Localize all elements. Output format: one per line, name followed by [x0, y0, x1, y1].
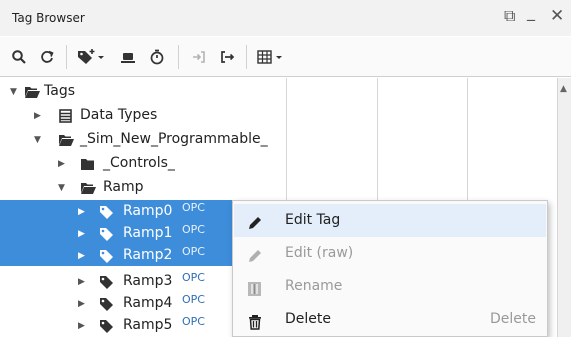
tree-node-label: Tags	[44, 83, 75, 99]
tag-icon	[99, 204, 115, 219]
tree-node-tags[interactable]: ▼ Tags	[0, 80, 286, 102]
folder-icon	[80, 156, 96, 170]
refresh-icon[interactable]	[36, 46, 58, 68]
columns-dropdown-icon[interactable]	[256, 46, 286, 68]
tree-node-label: Data Types	[80, 107, 158, 123]
scroll-up-icon[interactable]: ▲	[560, 84, 567, 94]
data-types-icon	[58, 108, 74, 123]
tree-node-label: Ramp4	[123, 295, 173, 311]
tag-icon	[99, 248, 115, 263]
tree-node-label: Ramp5	[123, 317, 173, 333]
expand-arrow-icon[interactable]: ▶	[34, 105, 41, 127]
pencil-icon	[246, 245, 264, 263]
import-icon[interactable]	[188, 46, 210, 68]
close-button[interactable]: ✕	[550, 8, 564, 25]
expand-arrow-icon[interactable]: ▶	[78, 271, 85, 293]
context-menu: Edit Tag Edit (raw) Rename Delete Delete	[232, 200, 548, 337]
collapse-arrow-icon[interactable]: ▼	[34, 129, 41, 151]
menu-item-edit-raw[interactable]: Edit (raw)	[234, 237, 546, 270]
tree-node-ramp[interactable]: ▼ Ramp	[0, 176, 286, 198]
opc-badge: OPC	[182, 271, 205, 284]
tree-node-label: Ramp1	[123, 225, 173, 241]
folder-open-icon	[24, 84, 40, 98]
expand-arrow-icon[interactable]: ▶	[78, 293, 85, 315]
tree-node-label: _Sim_New_Programmable_	[80, 131, 268, 147]
menu-item-shortcut: Delete	[490, 311, 536, 327]
tree-node-label: _Controls_	[103, 155, 175, 171]
tree-node-controls[interactable]: ▶ _Controls_	[0, 152, 286, 174]
opc-badge: OPC	[182, 315, 205, 328]
opc-badge: OPC	[182, 245, 205, 258]
export-icon[interactable]	[216, 46, 238, 68]
opc-badge: OPC	[182, 223, 205, 236]
history-icon[interactable]	[146, 46, 168, 68]
tree-node-sim-new-programmable[interactable]: ▼ _Sim_New_Programmable_	[0, 128, 286, 150]
expand-arrow-icon[interactable]: ▶	[78, 245, 85, 267]
menu-item-rename[interactable]: Rename	[234, 270, 546, 303]
vertical-scrollbar[interactable]: ▲	[557, 78, 571, 337]
menu-item-delete[interactable]: Delete Delete	[234, 303, 546, 336]
tree-node-label: Ramp0	[123, 203, 173, 219]
menu-item-label: Delete	[285, 311, 331, 327]
menu-item-label: Rename	[285, 278, 343, 294]
title-bar: Tag Browser ⧉ _ ✕	[0, 0, 571, 36]
folder-open-icon	[80, 180, 96, 194]
collapse-arrow-icon[interactable]: ▼	[10, 81, 17, 103]
expand-arrow-icon[interactable]: ▶	[78, 201, 85, 223]
menu-item-label: Edit (raw)	[285, 245, 354, 261]
toolbar	[0, 37, 571, 77]
tag-icon	[99, 226, 115, 241]
add-tag-dropdown-icon[interactable]	[76, 46, 106, 68]
tree-node-data-types[interactable]: ▶ Data Types	[0, 104, 286, 126]
tree-node-label: Ramp2	[123, 247, 173, 263]
folder-open-icon	[58, 132, 74, 146]
menu-item-label: Edit Tag	[285, 212, 341, 228]
float-window-button[interactable]: ⧉	[504, 8, 515, 24]
trash-icon	[246, 311, 264, 330]
opc-server-icon[interactable]	[117, 46, 139, 68]
opc-badge: OPC	[182, 201, 205, 214]
tag-icon	[99, 318, 115, 333]
search-icon[interactable]	[8, 46, 30, 68]
expand-arrow-icon[interactable]: ▶	[78, 315, 85, 337]
expand-arrow-icon[interactable]: ▶	[78, 223, 85, 245]
window-title: Tag Browser	[12, 11, 85, 25]
tag-icon	[99, 274, 115, 289]
menu-item-edit-tag[interactable]: Edit Tag	[234, 204, 546, 237]
tree-node-label: Ramp3	[123, 273, 173, 289]
opc-badge: OPC	[182, 293, 205, 306]
tag-icon	[99, 296, 115, 311]
tree-node-label: Ramp	[103, 179, 144, 195]
pencil-icon	[246, 212, 264, 230]
expand-arrow-icon[interactable]: ▶	[58, 153, 65, 175]
minimize-button[interactable]: _	[527, 4, 535, 20]
rename-icon	[246, 278, 264, 296]
collapse-arrow-icon[interactable]: ▼	[58, 177, 65, 199]
